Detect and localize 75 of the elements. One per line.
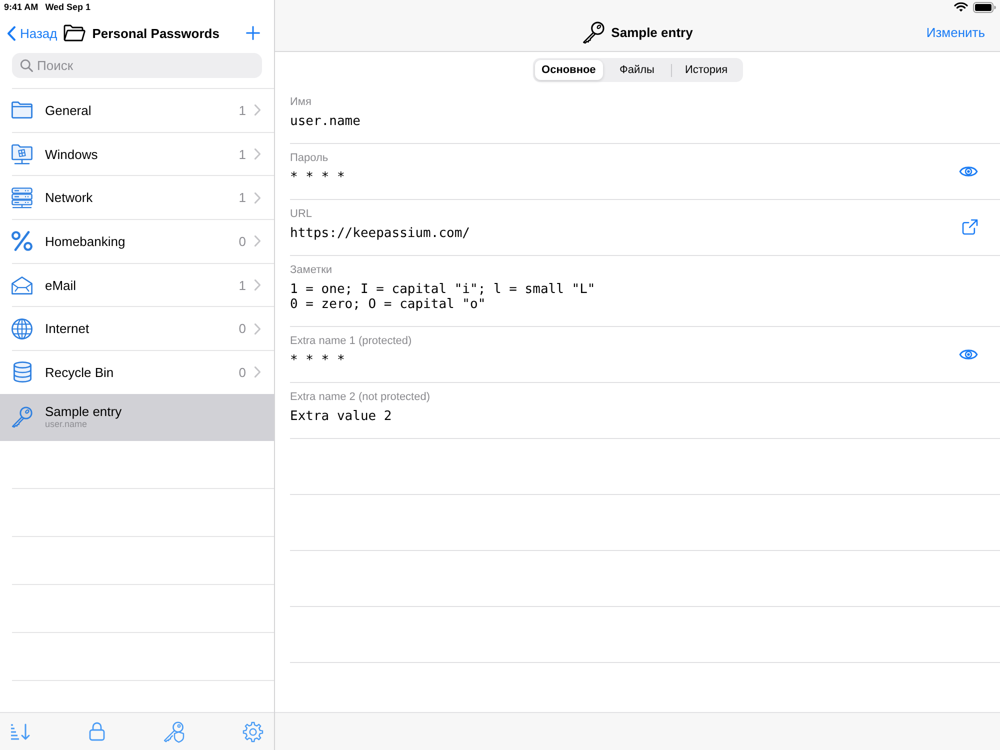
chevron-left-icon — [7, 26, 16, 40]
edit-button[interactable]: Изменить — [926, 25, 985, 40]
server-icon — [11, 186, 33, 209]
folder-title: Personal Passwords — [92, 26, 220, 40]
lock-icon[interactable] — [89, 722, 106, 741]
field-label: URL — [290, 207, 312, 221]
battery-icon — [973, 2, 996, 12]
group-count: 1 — [238, 102, 246, 118]
field-value: * * * * — [290, 353, 345, 368]
entry-name: Sample entry — [45, 404, 122, 420]
group-name: Windows — [45, 146, 98, 162]
group-name: eMail — [45, 278, 76, 293]
external-link-icon[interactable] — [962, 219, 978, 235]
sidebar-item[interactable]: Network 1 — [0, 176, 274, 220]
globe-icon — [11, 318, 33, 340]
group-count: 0 — [238, 321, 246, 336]
sidebar-item[interactable]: Recycle Bin 0 — [0, 351, 274, 394]
field-value: 1 = one; I = capital "i"; l = small "L" 0 = zero; O = capital "o" — [290, 282, 596, 312]
percent-icon — [11, 231, 33, 252]
wifi-icon — [954, 2, 968, 12]
group-count: 0 — [238, 364, 246, 380]
eye-icon[interactable] — [959, 164, 978, 178]
field-label: Заметки — [290, 263, 332, 277]
folder-icon — [11, 101, 33, 120]
sidebar-item[interactable]: eMail 1 — [0, 264, 274, 306]
back-button[interactable]: Назад — [7, 26, 58, 40]
eye-icon[interactable] — [959, 348, 978, 360]
chevron-right-icon — [254, 366, 261, 378]
status-time: 9:41 AM — [4, 2, 38, 12]
group-count: 1 — [238, 190, 246, 206]
field-label: Пароль — [290, 151, 328, 165]
group-name: General — [45, 102, 92, 118]
chevron-right-icon — [254, 148, 261, 160]
sidebar-item[interactable]: Homebanking 0 — [0, 220, 274, 263]
field-value: * * * * — [290, 170, 345, 185]
database-icon — [12, 361, 32, 384]
group-count: 0 — [238, 234, 246, 249]
folder-icon — [63, 24, 86, 42]
entry-username: user.name — [45, 419, 88, 430]
sidebar-item[interactable]: Internet 0 — [0, 307, 274, 350]
field-value: https://keepassium.com/ — [290, 226, 470, 241]
entry-title: Sample entry — [611, 25, 693, 40]
tab[interactable]: Основное — [534, 60, 603, 80]
key-icon — [582, 21, 606, 44]
envelope-icon — [11, 276, 33, 295]
chevron-right-icon — [254, 279, 261, 292]
group-count: 1 — [238, 146, 246, 162]
sidebar-item[interactable]: Sample entry user.name — [0, 394, 274, 441]
sort-icon[interactable] — [10, 722, 32, 740]
key-icon — [11, 406, 33, 428]
chevron-right-icon — [254, 192, 261, 204]
group-count: 1 — [238, 278, 246, 293]
tab[interactable]: История — [672, 60, 740, 80]
field-value: Extra value 2 — [290, 409, 392, 424]
search-field[interactable]: Поиск — [12, 53, 262, 78]
settings-icon[interactable] — [242, 720, 264, 742]
group-name: Internet — [45, 321, 90, 336]
group-name: Homebanking — [45, 234, 126, 249]
plus-icon[interactable] — [246, 26, 260, 40]
field-label: Extra name 2 (not protected) — [290, 390, 430, 404]
status-date: Wed Sep 1 — [45, 2, 91, 12]
key-shield-icon[interactable] — [162, 720, 185, 742]
sidebar-item[interactable]: General 1 — [0, 89, 274, 132]
chevron-right-icon — [254, 235, 261, 248]
search-icon — [20, 59, 33, 72]
field-label: Extra name 1 (protected) — [290, 334, 412, 348]
field-label: Имя — [290, 95, 312, 109]
chevron-right-icon — [254, 322, 261, 335]
chevron-right-icon — [254, 104, 261, 116]
tab[interactable]: Файлы — [602, 60, 672, 80]
monitor-icon — [11, 144, 33, 165]
field-value: user.name — [290, 114, 360, 129]
sidebar-item[interactable]: Windows 1 — [0, 132, 274, 176]
group-name: Network — [45, 190, 93, 206]
group-name: Recycle Bin — [45, 364, 114, 380]
